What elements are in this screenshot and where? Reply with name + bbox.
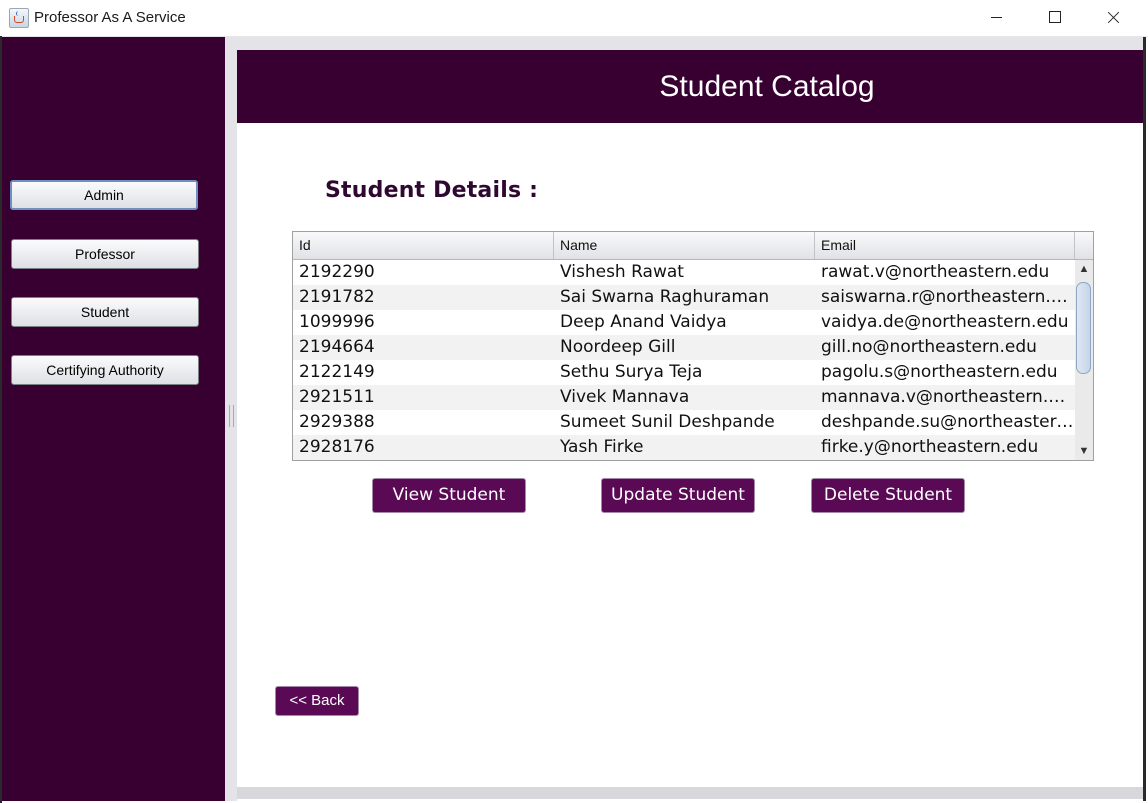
cell-email: pagolu.s@northeastern.edu — [821, 362, 1058, 382]
cell-email: gill.no@northeastern.edu — [821, 337, 1037, 357]
column-header-email[interactable]: Email — [815, 232, 1075, 259]
professor-button[interactable]: Professor — [11, 239, 199, 269]
table-scrollbar[interactable]: ▲ ▼ — [1075, 260, 1093, 460]
cell-email: firke.y@northeastern.edu — [821, 437, 1039, 457]
scroll-thumb[interactable] — [1076, 282, 1091, 374]
table-row[interactable]: 2191782 Sai Swarna Raghuraman saiswarna.… — [293, 285, 1075, 310]
table-row[interactable]: 2928176 Yash Firke firke.y@northeastern.… — [293, 435, 1075, 460]
bottom-gap — [237, 787, 1143, 799]
cell-id: 2194664 — [299, 337, 375, 357]
cell-name: Vivek Mannava — [560, 387, 690, 407]
student-table: Id Name Email 2192290 Vishesh Rawat rawa… — [292, 231, 1094, 461]
certifying-authority-button[interactable]: Certifying Authority — [11, 355, 199, 385]
cell-name: Sethu Surya Teja — [560, 362, 703, 382]
cell-id: 1099996 — [299, 312, 375, 332]
cell-id: 2928176 — [299, 437, 375, 457]
update-student-button[interactable]: Update Student — [601, 478, 755, 513]
section-title: Student Details : — [325, 178, 539, 203]
window-titlebar: Professor As A Service — [0, 0, 1148, 37]
minimize-icon[interactable] — [968, 0, 1026, 36]
page-title: Student Catalog — [659, 70, 875, 103]
page-header: Student Catalog — [237, 50, 1143, 123]
cell-id: 2192290 — [299, 262, 375, 282]
table-header: Id Name Email — [293, 232, 1075, 260]
window-border-right — [1143, 37, 1146, 801]
table-row[interactable]: 2192290 Vishesh Rawat rawat.v@northeaste… — [293, 260, 1075, 285]
window-title: Professor As A Service — [34, 9, 186, 26]
cell-id: 2191782 — [299, 287, 375, 307]
back-button[interactable]: << Back — [275, 686, 359, 716]
column-header-name[interactable]: Name — [554, 232, 815, 259]
table-row[interactable]: 2929388 Sumeet Sunil Deshpande deshpande… — [293, 410, 1075, 435]
table-row[interactable]: 2921511 Vivek Mannava mannava.v@northeas… — [293, 385, 1075, 410]
divider-grip-icon[interactable] — [229, 405, 234, 427]
table-header-corner — [1075, 232, 1093, 260]
sidebar — [2, 37, 225, 801]
admin-button[interactable]: Admin — [10, 180, 198, 210]
cell-id: 2929388 — [299, 412, 375, 432]
table-row[interactable]: 2194664 Noordeep Gill gill.no@northeaste… — [293, 335, 1075, 360]
cell-email: rawat.v@northeastern.edu — [821, 262, 1050, 282]
maximize-icon[interactable] — [1026, 0, 1084, 36]
cell-name: Yash Firke — [560, 437, 644, 457]
table-row[interactable]: 2122149 Sethu Surya Teja pagolu.s@northe… — [293, 360, 1075, 385]
cell-id: 2921511 — [299, 387, 375, 407]
cell-name: Sai Swarna Raghuraman — [560, 287, 770, 307]
cell-id: 2122149 — [299, 362, 375, 382]
scroll-up-arrow-icon[interactable]: ▲ — [1075, 260, 1093, 278]
cell-name: Deep Anand Vaidya — [560, 312, 727, 332]
column-header-id[interactable]: Id — [293, 232, 554, 259]
cell-email: vaidya.de@northeastern.edu — [821, 312, 1069, 332]
table-body: 2192290 Vishesh Rawat rawat.v@northeaste… — [293, 260, 1075, 460]
top-gap — [237, 37, 1145, 50]
close-icon[interactable] — [1084, 0, 1142, 36]
delete-student-button[interactable]: Delete Student — [811, 478, 965, 513]
cell-name: Noordeep Gill — [560, 337, 676, 357]
scroll-down-arrow-icon[interactable]: ▼ — [1075, 442, 1093, 460]
cell-name: Vishesh Rawat — [560, 262, 684, 282]
cell-name: Sumeet Sunil Deshpande — [560, 412, 775, 432]
cell-email: saiswarna.r@northeastern.edu — [821, 287, 1075, 307]
student-button[interactable]: Student — [11, 297, 199, 327]
table-row[interactable]: 1099996 Deep Anand Vaidya vaidya.de@nort… — [293, 310, 1075, 335]
cell-email: mannava.v@northeastern.edu — [821, 387, 1075, 407]
cell-email: deshpande.su@northeastern.... — [821, 412, 1075, 432]
java-app-icon — [9, 8, 29, 28]
view-student-button[interactable]: View Student — [372, 478, 526, 513]
